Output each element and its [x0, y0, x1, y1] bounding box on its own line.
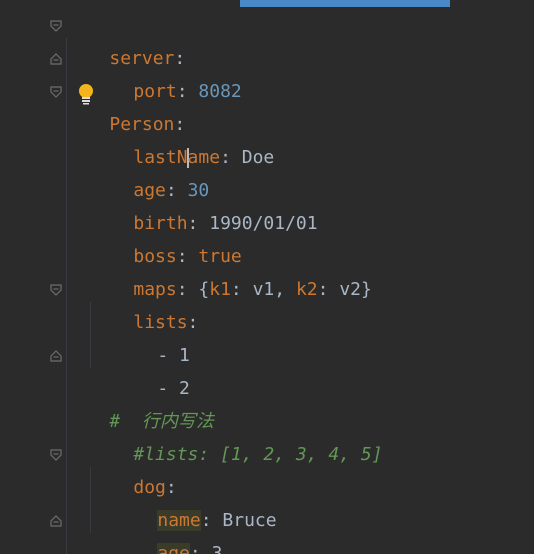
- fold-marker-icon[interactable]: [50, 284, 62, 296]
- yaml-punct: :: [189, 543, 212, 554]
- code-line[interactable]: birth: 1990/01/01: [90, 174, 317, 234]
- code-line[interactable]: port: 8082: [90, 42, 241, 102]
- code-line[interactable]: - 2: [114, 339, 190, 399]
- code-line[interactable]: maps: {k1: v1, k2: v2}: [90, 240, 371, 300]
- code-editor[interactable]: server: port: 8082 Person: lastName: Doe…: [0, 0, 534, 554]
- code-line[interactable]: boss: true: [90, 207, 241, 267]
- lightbulb-icon[interactable]: [77, 83, 95, 105]
- code-line[interactable]: dog:: [90, 438, 176, 498]
- horizontal-scroll-indicator[interactable]: [240, 0, 450, 7]
- fold-marker-icon[interactable]: [50, 350, 62, 362]
- fold-marker-icon[interactable]: [50, 20, 62, 32]
- fold-marker-icon[interactable]: [50, 515, 62, 527]
- fold-marker-icon[interactable]: [50, 53, 62, 65]
- yaml-key-highlighted: age: [157, 543, 190, 554]
- yaml-value: Bruce: [222, 510, 277, 531]
- code-line-comment[interactable]: #lists: [1, 2, 3, 4, 5]: [90, 405, 382, 465]
- code-line[interactable]: age: 3: [114, 504, 222, 554]
- code-line[interactable]: - 1: [114, 306, 190, 366]
- code-line[interactable]: lists:: [90, 273, 198, 333]
- editor-gutter: [0, 0, 62, 554]
- yaml-punct: : v1,: [230, 279, 296, 300]
- code-line[interactable]: server:: [66, 9, 185, 69]
- code-line[interactable]: name: Bruce: [114, 471, 277, 531]
- yaml-punct: : v2}: [317, 279, 372, 300]
- code-line-comment[interactable]: # 行内写法: [66, 372, 214, 432]
- code-line-current[interactable]: lastName: Doe: [90, 108, 274, 168]
- yaml-punct: :: [220, 147, 242, 168]
- yaml-value: 8082: [198, 81, 242, 102]
- fold-marker-icon[interactable]: [50, 449, 62, 461]
- yaml-key: k2: [295, 279, 318, 300]
- yaml-key: k1: [209, 279, 231, 300]
- yaml-value: Doe: [241, 147, 275, 168]
- fold-marker-icon[interactable]: [50, 86, 62, 98]
- code-line[interactable]: age: 30: [90, 141, 209, 201]
- yaml-value: 3: [211, 543, 223, 554]
